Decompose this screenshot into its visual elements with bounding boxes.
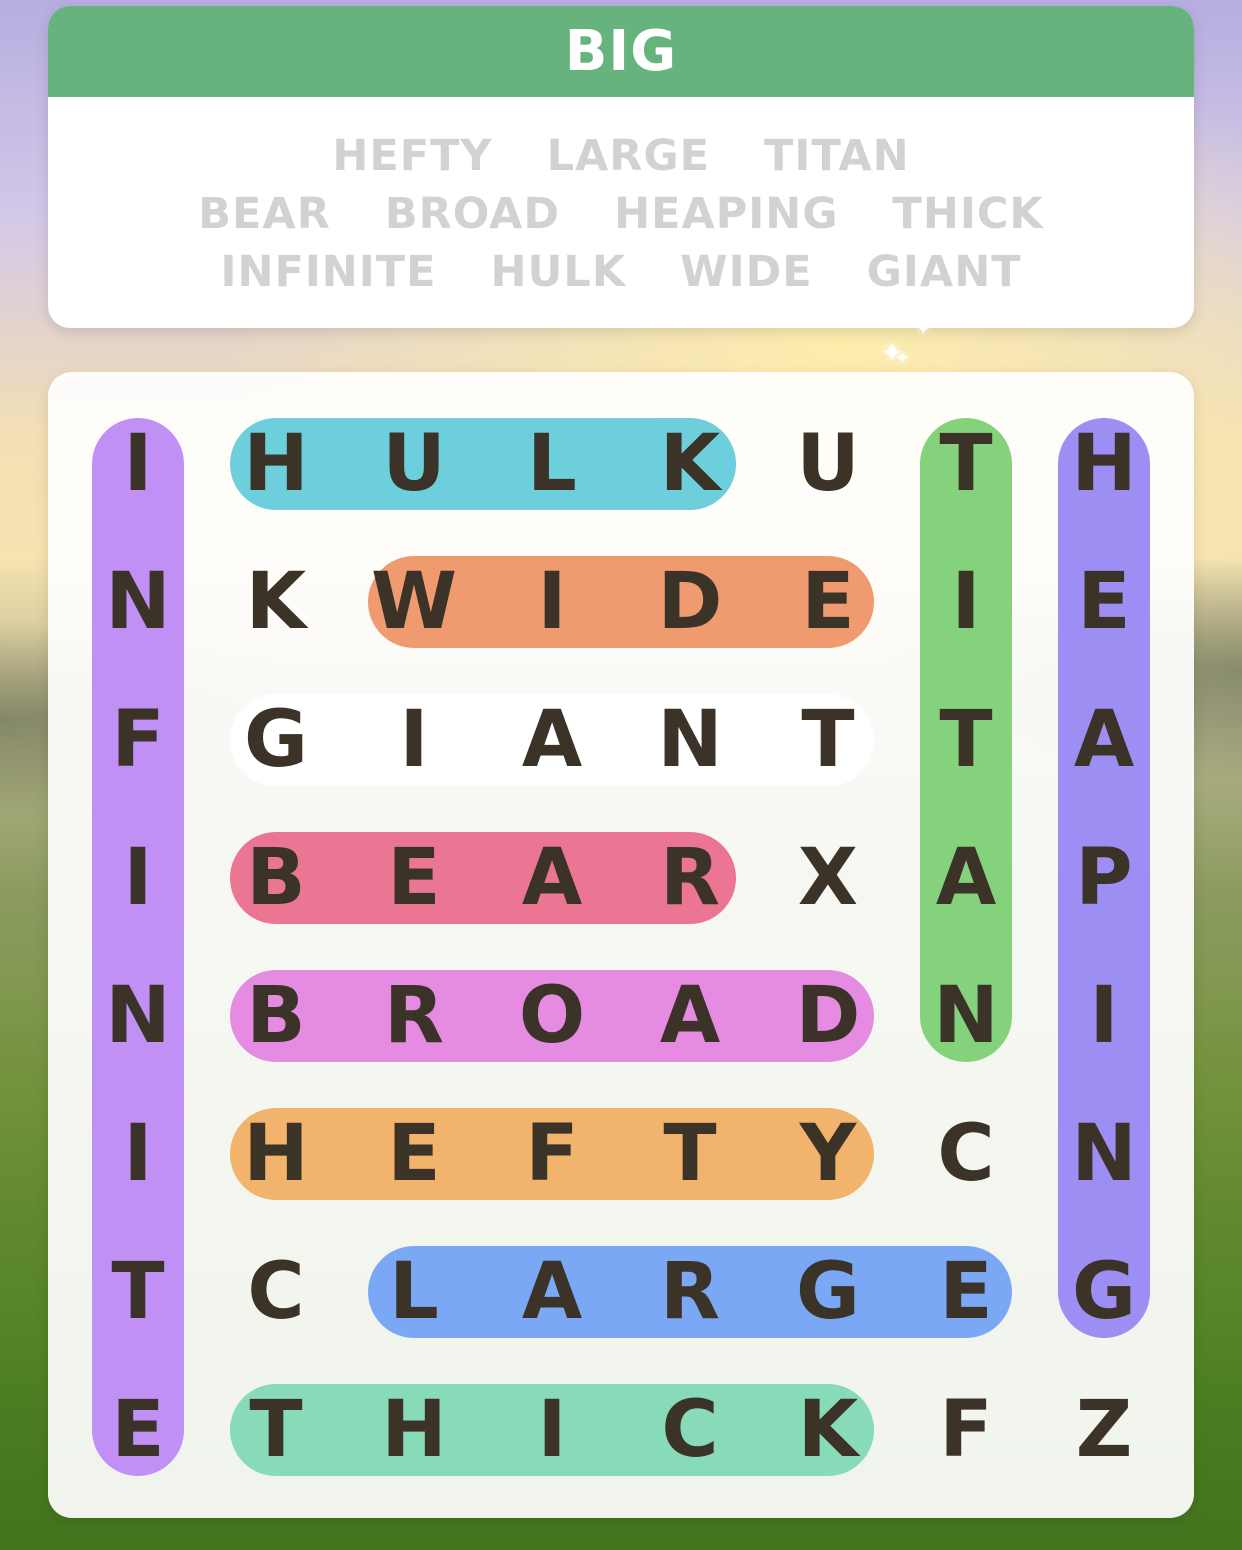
grid-letter[interactable]: I — [69, 395, 207, 533]
target-word: INFINITE — [220, 247, 437, 297]
grid-letter[interactable]: A — [621, 947, 759, 1085]
grid-letter[interactable]: A — [897, 809, 1035, 947]
grid-letter[interactable]: H — [1035, 395, 1173, 533]
target-word: THICK — [892, 189, 1044, 239]
grid-letter[interactable]: Z — [1035, 1361, 1173, 1499]
grid-letter[interactable]: F — [69, 671, 207, 809]
grid-letter[interactable]: N — [69, 947, 207, 1085]
grid-letter[interactable]: P — [1035, 809, 1173, 947]
grid-letter[interactable]: K — [759, 1361, 897, 1499]
target-word: LARGE — [546, 131, 711, 181]
grid-letter[interactable]: B — [207, 947, 345, 1085]
word-row: HEFTY LARGE TITAN — [48, 127, 1194, 185]
grid-letter[interactable]: H — [345, 1361, 483, 1499]
target-word: TITAN — [764, 131, 910, 181]
grid-letter[interactable]: W — [345, 533, 483, 671]
grid-letter[interactable]: C — [207, 1223, 345, 1361]
grid-letter[interactable]: F — [483, 1085, 621, 1223]
target-word: GIANT — [866, 247, 1022, 297]
category-title: BIG — [48, 6, 1194, 97]
grid-letter[interactable]: U — [345, 395, 483, 533]
grid-letter[interactable]: A — [483, 671, 621, 809]
grid-letter[interactable]: I — [1035, 947, 1173, 1085]
grid-letter[interactable]: T — [897, 671, 1035, 809]
grid-letter[interactable]: T — [207, 1361, 345, 1499]
grid-letter[interactable]: B — [207, 809, 345, 947]
grid-letter[interactable]: G — [1035, 1223, 1173, 1361]
grid-letter[interactable]: G — [759, 1223, 897, 1361]
grid-letter[interactable]: E — [345, 809, 483, 947]
target-word: HULK — [490, 247, 627, 297]
grid-letter[interactable]: A — [483, 1223, 621, 1361]
grid-letter[interactable]: X — [759, 809, 897, 947]
grid-letter[interactable]: O — [483, 947, 621, 1085]
grid-letter[interactable]: C — [621, 1361, 759, 1499]
target-word: HEFTY — [332, 131, 493, 181]
target-word: WIDE — [680, 247, 813, 297]
grid-letter[interactable]: C — [897, 1085, 1035, 1223]
word-row: BEAR BROAD HEAPING THICK — [48, 185, 1194, 243]
grid-letter[interactable]: R — [621, 1223, 759, 1361]
grid-letter[interactable]: I — [69, 809, 207, 947]
grid-letter[interactable]: H — [207, 1085, 345, 1223]
grid-letter[interactable]: F — [897, 1361, 1035, 1499]
grid-letter[interactable]: I — [897, 533, 1035, 671]
grid-letter[interactable]: U — [759, 395, 897, 533]
sparkle-icon: ✦ — [895, 348, 911, 369]
letter-grid[interactable]: IHULKUTHNKWIDEIEFGIANTTAIBEARXAPNBROADNI… — [48, 372, 1194, 1518]
grid-letter[interactable]: L — [345, 1223, 483, 1361]
grid-letter[interactable]: I — [345, 671, 483, 809]
grid-letter[interactable]: E — [897, 1223, 1035, 1361]
grid-letter[interactable]: L — [483, 395, 621, 533]
grid-letter[interactable]: I — [483, 1361, 621, 1499]
grid-letter[interactable]: K — [621, 395, 759, 533]
grid-letter[interactable]: T — [69, 1223, 207, 1361]
word-list-card: BIG HEFTY LARGE TITAN BEAR BROAD HEAPING THICK… — [48, 6, 1194, 328]
grid-letter[interactable]: E — [759, 533, 897, 671]
grid-letter[interactable]: E — [1035, 533, 1173, 671]
grid-letter[interactable]: R — [345, 947, 483, 1085]
grid-letter[interactable]: H — [207, 395, 345, 533]
grid-letter[interactable]: K — [207, 533, 345, 671]
sparkle-icon: ✦ — [915, 316, 932, 340]
grid-letter[interactable]: T — [759, 671, 897, 809]
grid-letter[interactable]: N — [69, 533, 207, 671]
grid-letter[interactable]: G — [207, 671, 345, 809]
grid-letter[interactable]: E — [345, 1085, 483, 1223]
grid-letter[interactable]: A — [483, 809, 621, 947]
grid-letter[interactable]: T — [621, 1085, 759, 1223]
grid-letter[interactable]: T — [897, 395, 1035, 533]
grid-letter[interactable]: R — [621, 809, 759, 947]
grid-letter[interactable]: D — [621, 533, 759, 671]
grid-letter[interactable]: I — [483, 533, 621, 671]
grid-letter[interactable]: Y — [759, 1085, 897, 1223]
target-word: BEAR — [198, 189, 331, 239]
grid-letter[interactable]: D — [759, 947, 897, 1085]
target-word-list: HEFTY LARGE TITAN BEAR BROAD HEAPING THICK INFI… — [48, 97, 1194, 301]
grid-letter[interactable]: N — [621, 671, 759, 809]
grid-letter[interactable]: N — [1035, 1085, 1173, 1223]
grid-letter[interactable]: I — [69, 1085, 207, 1223]
grid-letter[interactable]: E — [69, 1361, 207, 1499]
grid-letter[interactable]: N — [897, 947, 1035, 1085]
grid-letter[interactable]: A — [1035, 671, 1173, 809]
target-word: BROAD — [384, 189, 561, 239]
word-row: INFINITE HULK WIDE GIANT — [48, 243, 1194, 301]
target-word: HEAPING — [614, 189, 839, 239]
